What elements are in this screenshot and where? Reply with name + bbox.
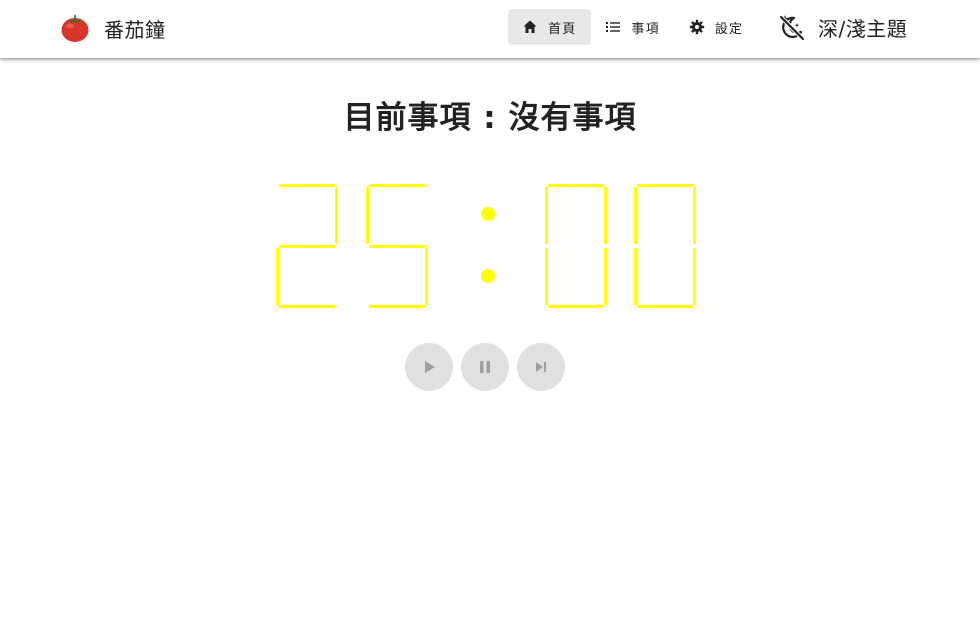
app-title: 番茄鐘 bbox=[104, 17, 166, 42]
minutes-ones-digit-segment-f bbox=[366, 187, 369, 244]
seconds-tens-digit-segment-a bbox=[548, 184, 604, 187]
colon-bottom-dot bbox=[481, 269, 495, 283]
minutes-tens-digit-segment-b bbox=[335, 187, 338, 244]
seconds-ones-digit-segment-d bbox=[637, 305, 693, 308]
seconds-ones-digit-segment-b bbox=[693, 187, 696, 244]
home-icon bbox=[523, 20, 537, 33]
nav-home-label: 首頁 bbox=[548, 21, 577, 37]
tomato-icon bbox=[61, 15, 89, 42]
app-bar: 番茄鐘 首頁 事項 設定 深/淺主題 bbox=[0, 0, 980, 58]
skip-button[interactable] bbox=[517, 343, 565, 391]
nav-items-label: 事項 bbox=[631, 21, 660, 37]
minutes-tens-digit-segment-a bbox=[279, 184, 335, 187]
minutes-ones-digit-segment-c bbox=[425, 248, 428, 305]
minutes-ones-digit-segment-g bbox=[369, 245, 425, 248]
current-task-title: 目前事項 : 沒有事項 bbox=[343, 100, 637, 136]
seconds-ones-digit-segment-a bbox=[637, 184, 693, 187]
theme-toggle-icon bbox=[779, 15, 805, 41]
timer-digits bbox=[276, 184, 696, 308]
play-icon bbox=[425, 361, 435, 373]
timer-controls bbox=[405, 343, 573, 391]
seconds-tens-digit-segment-d bbox=[548, 305, 604, 308]
nav-home-button[interactable]: 首頁 bbox=[508, 9, 592, 45]
minutes-tens-digit-segment-d bbox=[279, 305, 335, 308]
list-icon bbox=[606, 22, 621, 32]
nav-items-button[interactable]: 事項 bbox=[591, 9, 674, 45]
main-nav: 首頁 事項 設定 bbox=[508, 9, 758, 45]
nav-settings-label: 設定 bbox=[714, 21, 744, 37]
seconds-ones-digit-segment-c bbox=[693, 248, 696, 305]
seconds-tens-digit-segment-c bbox=[604, 248, 607, 305]
colon-top-dot bbox=[481, 207, 495, 221]
pause-icon bbox=[480, 361, 490, 373]
seconds-ones-digit-segment-e bbox=[634, 248, 637, 305]
seconds-tens-digit-segment-b bbox=[604, 187, 607, 244]
brand[interactable]: 番茄鐘 bbox=[60, 12, 166, 44]
pause-button[interactable] bbox=[461, 343, 509, 391]
play-button[interactable] bbox=[405, 343, 453, 391]
timer-display bbox=[270, 178, 710, 313]
nav-settings-button[interactable]: 設定 bbox=[675, 9, 758, 45]
gear-icon bbox=[689, 19, 705, 35]
theme-toggle-button[interactable]: 深/淺主題 bbox=[778, 10, 907, 44]
minutes-tens-digit-segment-g bbox=[279, 245, 335, 248]
skip-next-icon bbox=[536, 362, 546, 372]
seconds-tens-digit-segment-f bbox=[545, 187, 548, 244]
minutes-tens-digit-segment-e bbox=[276, 248, 279, 305]
minutes-ones-digit-segment-a bbox=[369, 184, 425, 187]
minutes-ones-digit-segment-d bbox=[369, 305, 425, 308]
theme-toggle-label: 深/淺主題 bbox=[818, 16, 908, 41]
seconds-ones-digit-segment-f bbox=[634, 187, 637, 244]
seconds-tens-digit-segment-e bbox=[545, 248, 548, 305]
